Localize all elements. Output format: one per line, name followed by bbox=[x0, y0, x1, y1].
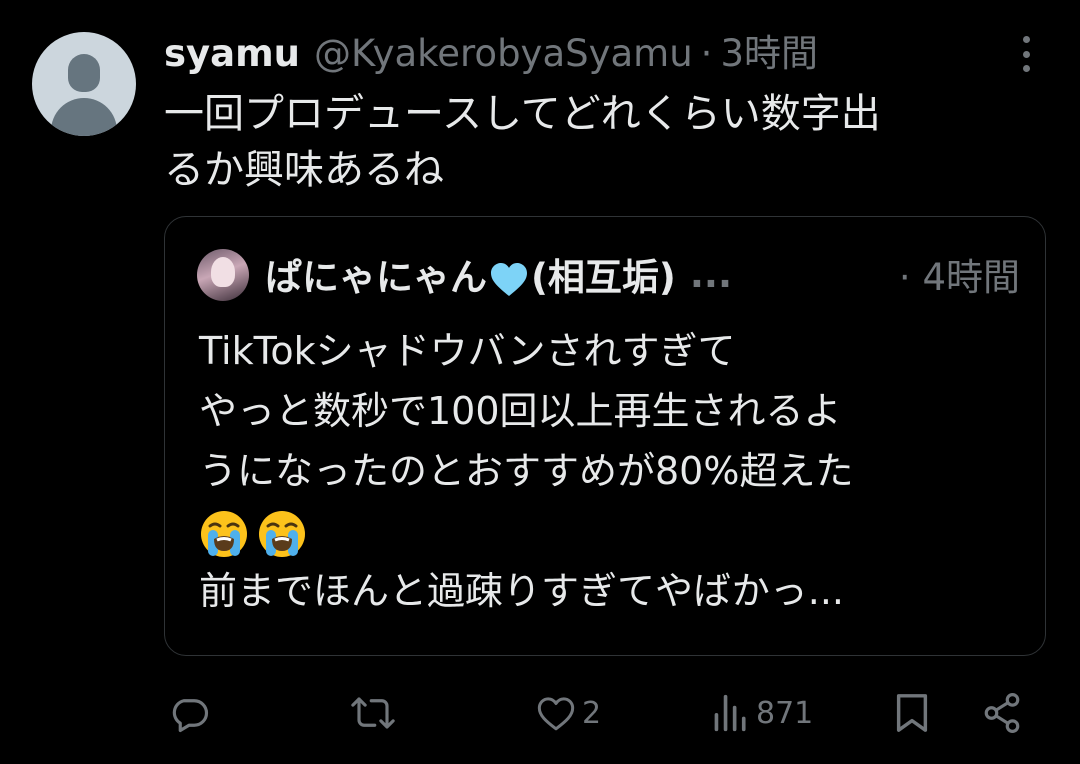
quoted-text-line: TikTokシャドウバンされすぎて bbox=[199, 329, 736, 373]
more-options-icon[interactable] bbox=[1010, 36, 1042, 72]
retweet-icon bbox=[351, 697, 395, 729]
loudly-crying-face-icon bbox=[259, 510, 305, 557]
quoted-author-name[interactable]: ぱにゃにゃん (相互垢) bbox=[265, 247, 676, 301]
bookmark-icon bbox=[896, 694, 928, 732]
loudly-crying-face-icon bbox=[201, 510, 247, 557]
dot bbox=[1022, 36, 1030, 43]
author-avatar[interactable] bbox=[32, 32, 136, 136]
quoted-text-line: うになったのとおすすめが80%超えた bbox=[199, 449, 854, 493]
quoted-author-name-part: (相互垢) bbox=[531, 256, 676, 299]
author-name[interactable]: syamu bbox=[164, 26, 300, 82]
like-count: 2 bbox=[582, 695, 602, 731]
like-button[interactable]: 2 bbox=[536, 686, 601, 740]
tweet-timestamp[interactable]: 3時間 bbox=[720, 26, 818, 82]
tweet-actions: 2 871 bbox=[164, 686, 1034, 740]
author-handle[interactable]: @KyakerobyaSyamu bbox=[314, 26, 693, 82]
dot bbox=[1022, 65, 1030, 72]
bookmark-button[interactable] bbox=[894, 686, 930, 740]
heart-outline-icon bbox=[537, 697, 575, 731]
share-button[interactable] bbox=[982, 686, 1022, 740]
share-icon bbox=[984, 693, 1020, 733]
reply-button[interactable] bbox=[168, 686, 216, 740]
quoted-tweet-header: ぱにゃにゃん (相互垢) ... · 4時間 bbox=[265, 243, 1020, 305]
dot bbox=[1022, 50, 1030, 58]
quoted-text-line: やっと数秒で100回以上再生されるよ bbox=[199, 389, 842, 433]
avatar-head bbox=[68, 54, 100, 92]
tweet-text-line: 一回プロデュースしてどれくらい数字出 bbox=[164, 91, 881, 137]
quoted-tweet[interactable]: ぱにゃにゃん (相互垢) ... · 4時間 TikTokシャドウバンされすぎて … bbox=[164, 216, 1046, 656]
quoted-author-name-part: ぱにゃにゃん bbox=[265, 256, 487, 299]
analytics-icon bbox=[714, 694, 746, 732]
separator-dot: · bbox=[898, 256, 911, 299]
retweet-button[interactable] bbox=[350, 686, 402, 740]
quoted-timestamp[interactable]: · 4時間 bbox=[899, 247, 1020, 301]
quoted-time: 4時間 bbox=[922, 256, 1020, 299]
tweet-header: syamu @KyakerobyaSyamu · 3時間 bbox=[164, 26, 818, 82]
emoji-line bbox=[199, 501, 1019, 561]
views-count: 871 bbox=[756, 695, 814, 731]
separator-dot: · bbox=[700, 32, 713, 75]
reply-icon bbox=[172, 699, 209, 733]
quoted-name-ellipsis: ... bbox=[689, 252, 732, 296]
light-blue-heart-icon bbox=[491, 262, 527, 296]
avatar-body bbox=[51, 98, 117, 136]
quoted-text-line: 前までほんと過疎りすぎてやばかっ... bbox=[199, 569, 844, 613]
tweet-text: 一回プロデュースしてどれくらい数字出 るか興味あるね bbox=[164, 86, 1024, 198]
quoted-author-avatar[interactable] bbox=[197, 249, 249, 301]
tweet-text-line: るか興味あるね bbox=[164, 147, 444, 193]
views-button[interactable]: 871 bbox=[712, 686, 813, 740]
quoted-tweet-text: TikTokシャドウバンされすぎて やっと数秒で100回以上再生されるよ うにな… bbox=[199, 321, 1019, 621]
